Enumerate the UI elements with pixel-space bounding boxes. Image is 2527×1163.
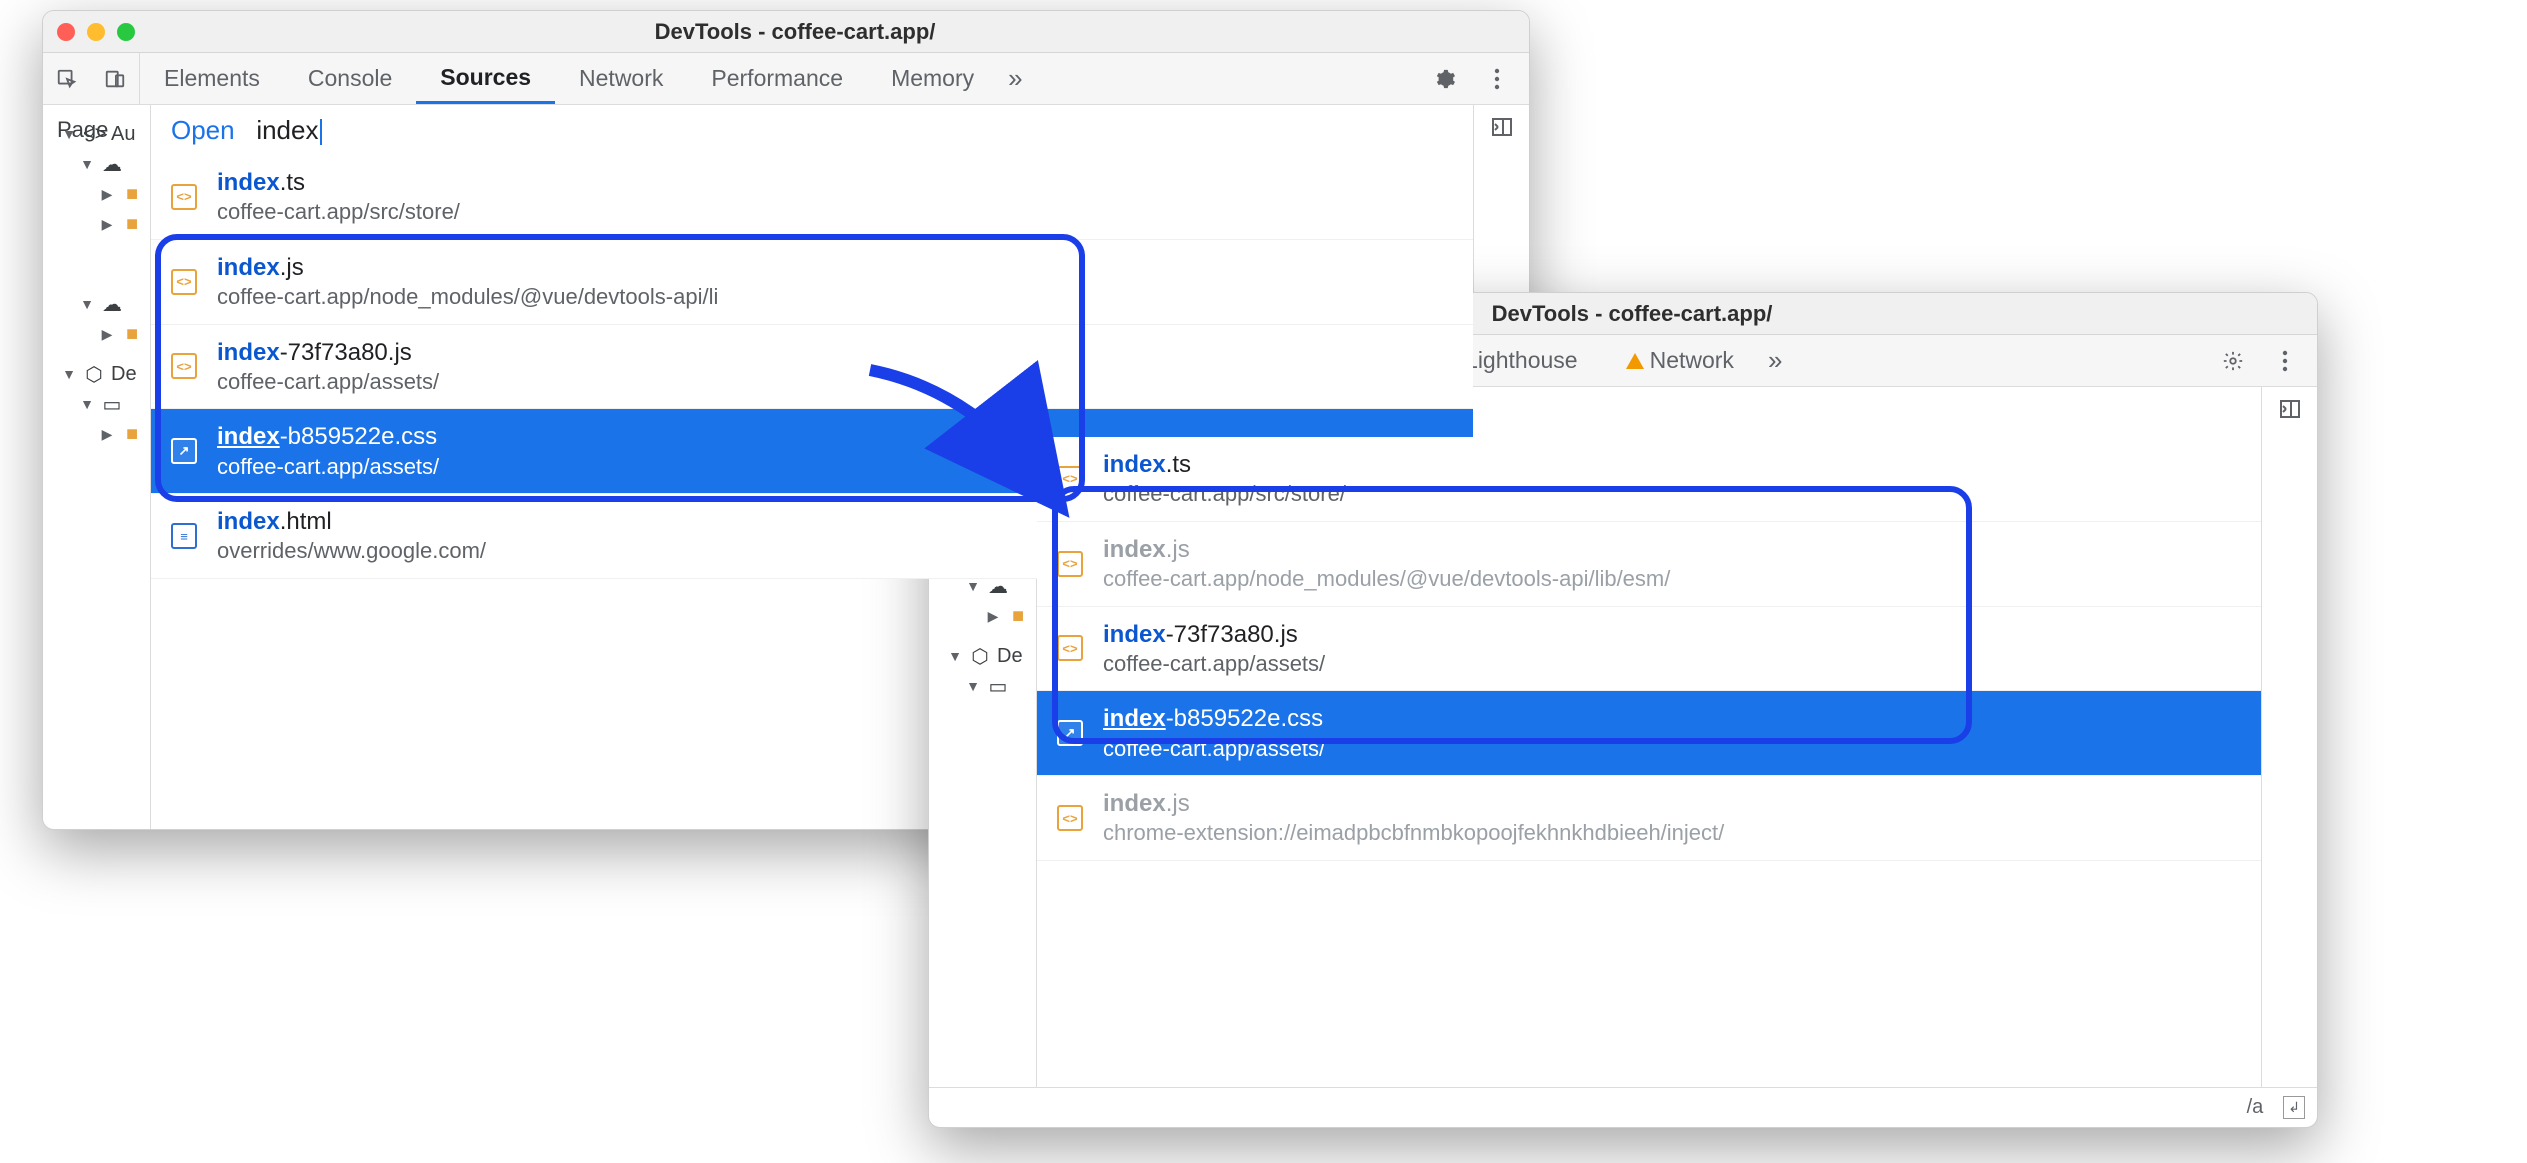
suggestion-item[interactable]: <> index.jscoffee-cart.app/node_modules/@…: [1037, 522, 2261, 607]
suggestion-path: overrides/www.google.com/: [217, 537, 486, 566]
js-file-icon: <>: [171, 184, 197, 210]
settings-gear-icon[interactable]: [1421, 68, 1469, 90]
tab-memory[interactable]: Memory: [867, 53, 998, 104]
footer-breadcrumb: /a ↲: [929, 1087, 2317, 1127]
command-menu[interactable]: Open index: [151, 105, 1473, 161]
tab-performance[interactable]: Performance: [687, 53, 867, 104]
js-file-icon: <>: [1057, 805, 1083, 831]
suggestion-path: coffee-cart.app/assets/: [217, 368, 439, 397]
suggestion-filename: index.js: [1103, 788, 1724, 819]
js-file-icon: <>: [171, 269, 197, 295]
suggestion-filename: index.js: [217, 252, 718, 283]
minimize-window-icon[interactable]: [87, 23, 105, 41]
command-prefix: Open: [171, 115, 235, 145]
suggestion-item[interactable]: <> index.tscoffee-cart.app/src/store/: [1037, 437, 2261, 522]
suggestion-item[interactable]: <> index-73f73a80.jscoffee-cart.app/asset…: [1037, 607, 2261, 692]
suggestion-filename: index-b859522e.css: [217, 421, 439, 452]
suggestion-filename: index-73f73a80.js: [1103, 619, 1325, 650]
close-window-icon[interactable]: [57, 23, 75, 41]
doc-file-icon: ≡: [171, 523, 197, 549]
suggestion-path: coffee-cart.app/src/store/: [1103, 480, 1346, 509]
suggestion-path: coffee-cart.app/src/store/: [217, 198, 460, 227]
js-file-icon: <>: [1057, 635, 1083, 661]
css-file-icon: ↗: [171, 438, 197, 464]
tab-console[interactable]: Console: [284, 53, 416, 104]
window-title: DevTools - coffee-cart.app/: [135, 19, 1455, 45]
tab-sources[interactable]: Sources: [416, 53, 555, 104]
suggestion-item[interactable]: ↗ index-b859522e.csscoffee-cart.app/asset…: [1037, 691, 2261, 776]
command-query: index: [256, 115, 318, 145]
suggestion-filename: index-b859522e.css: [1103, 703, 1325, 734]
suggestion-filename: index.ts: [217, 167, 460, 198]
suggestion-path: chrome-extension://eimadpbcbfnmbkopoojfe…: [1103, 819, 1724, 848]
suggestion-item[interactable]: <> index.tscoffee-cart.app/src/store/: [151, 155, 1473, 240]
text-caret: [320, 119, 322, 145]
js-file-icon: <>: [1057, 551, 1083, 577]
suggestion-path: coffee-cart.app/assets/: [217, 453, 439, 482]
suggestion-filename: index-73f73a80.js: [217, 337, 439, 368]
suggestion-path: coffee-cart.app/node_modules/@vue/devtoo…: [1103, 565, 1670, 594]
suggestions-list: <> index.tscoffee-cart.app/src/store/ <> in…: [1037, 437, 2261, 861]
warning-icon: [1626, 353, 1644, 369]
suggestion-path: coffee-cart.app/assets/: [1103, 735, 1325, 764]
kebab-menu-icon[interactable]: [1473, 68, 1521, 90]
devtools-tabbar: Elements Console Sources Network Perform…: [43, 53, 1529, 105]
inspect-element-icon[interactable]: [43, 53, 91, 104]
suggestion-filename: index.ts: [1103, 449, 1346, 480]
line-wrap-icon[interactable]: ↲: [2283, 1096, 2305, 1119]
device-toolbar-icon[interactable]: [91, 53, 139, 104]
kebab-menu-icon[interactable]: [2261, 350, 2309, 372]
maximize-window-icon[interactable]: [117, 23, 135, 41]
tab-elements[interactable]: Elements: [140, 53, 284, 104]
titlebar: DevTools - coffee-cart.app/: [43, 11, 1529, 53]
suggestion-filename: index.js: [1103, 534, 1670, 565]
side-panel-toggle[interactable]: [2261, 387, 2317, 1087]
js-file-icon: <>: [1057, 466, 1083, 492]
tab-network[interactable]: Network: [1602, 335, 1758, 386]
window-controls: [57, 23, 135, 41]
tab-network[interactable]: Network: [555, 53, 687, 104]
suggestion-item[interactable]: <> index-73f73a80.jscoffee-cart.app/asset…: [151, 325, 1473, 410]
tree-node[interactable]: ▼<>Au: [61, 119, 173, 149]
css-file-icon: ↗: [1057, 720, 1083, 746]
suggestion-filename: index.html: [217, 506, 486, 537]
suggestion-item[interactable]: <> index.jschrome-extension://eimadpbcbfn…: [1037, 776, 2261, 861]
more-tabs-icon[interactable]: »: [1758, 345, 1792, 376]
js-file-icon: <>: [171, 353, 197, 379]
settings-gear-icon[interactable]: [2209, 350, 2257, 372]
suggestion-item[interactable]: <> index.jscoffee-cart.app/node_modules/@…: [151, 240, 1473, 325]
suggestion-path: coffee-cart.app/node_modules/@vue/devtoo…: [217, 283, 718, 312]
more-tabs-icon[interactable]: »: [998, 63, 1032, 94]
suggestion-path: coffee-cart.app/assets/: [1103, 650, 1325, 679]
